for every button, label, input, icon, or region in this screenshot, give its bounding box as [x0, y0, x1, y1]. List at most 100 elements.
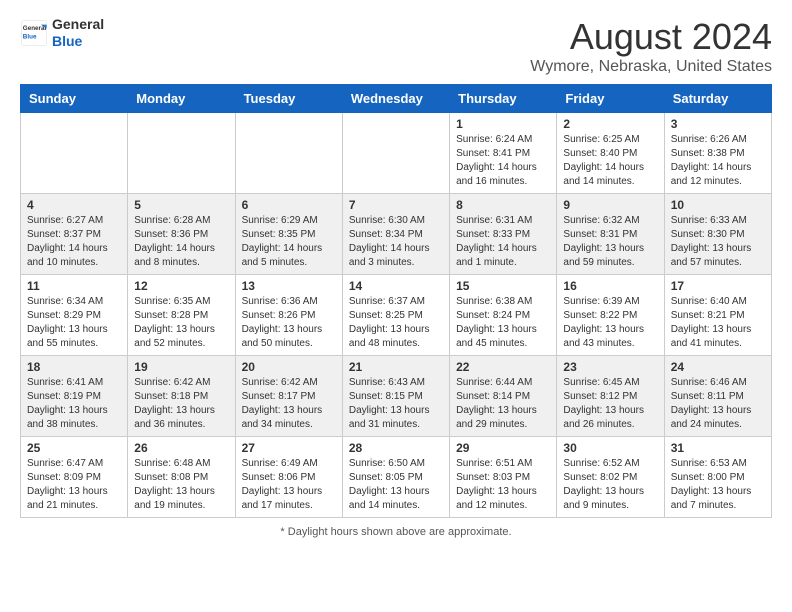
- day-number: 1: [456, 117, 550, 131]
- calendar-week-row: 1 Sunrise: 6:24 AM Sunset: 8:41 PM Daylig…: [21, 113, 772, 194]
- day-number: 7: [349, 198, 443, 212]
- calendar-day-header: Friday: [557, 85, 664, 113]
- calendar-week-row: 18Sunrise: 6:41 AM Sunset: 8:19 PM Dayli…: [21, 356, 772, 437]
- day-number: 24: [671, 360, 765, 374]
- day-info: Sunrise: 6:42 AM Sunset: 8:18 PM Dayligh…: [134, 376, 228, 432]
- calendar-cell: 1 Sunrise: 6:24 AM Sunset: 8:41 PM Daylig…: [450, 113, 557, 194]
- calendar-day-header: Saturday: [664, 85, 771, 113]
- day-info: Sunrise: 6:27 AM Sunset: 8:37 PM Dayligh…: [27, 214, 121, 270]
- day-info: Sunrise: 6:52 AM Sunset: 8:02 PM Dayligh…: [563, 457, 657, 513]
- day-info: Sunrise: 6:32 AM Sunset: 8:31 PM Dayligh…: [563, 214, 657, 270]
- day-number: 27: [242, 441, 336, 455]
- day-number: 19: [134, 360, 228, 374]
- calendar-cell: 18Sunrise: 6:41 AM Sunset: 8:19 PM Dayli…: [21, 356, 128, 437]
- day-number: 6: [242, 198, 336, 212]
- day-number: 22: [456, 360, 550, 374]
- day-info: Sunrise: 6:48 AM Sunset: 8:08 PM Dayligh…: [134, 457, 228, 513]
- day-number: 18: [27, 360, 121, 374]
- footer-note-text: Daylight hours: [288, 526, 358, 538]
- day-info: Sunrise: 6:42 AM Sunset: 8:17 PM Dayligh…: [242, 376, 336, 432]
- svg-text:Blue: Blue: [23, 33, 37, 40]
- day-number: 9: [563, 198, 657, 212]
- day-number: 29: [456, 441, 550, 455]
- logo-blue-text: Blue: [52, 33, 104, 50]
- calendar-cell: 16 Sunrise: 6:39 AM Sunset: 8:22 PM Dayli…: [557, 275, 664, 356]
- main-title: August 2024: [530, 16, 772, 58]
- calendar-day-header: Monday: [128, 85, 235, 113]
- calendar-week-row: 25Sunrise: 6:47 AM Sunset: 8:09 PM Dayli…: [21, 437, 772, 518]
- calendar-cell: 4 Sunrise: 6:27 AM Sunset: 8:37 PM Daylig…: [21, 194, 128, 275]
- day-info: Sunrise: 6:36 AM Sunset: 8:26 PM Dayligh…: [242, 295, 336, 351]
- calendar-cell: 21Sunrise: 6:43 AM Sunset: 8:15 PM Dayli…: [342, 356, 449, 437]
- day-number: 17: [671, 279, 765, 293]
- day-info: Sunrise: 6:53 AM Sunset: 8:00 PM Dayligh…: [671, 457, 765, 513]
- header: General Blue General Blue August 2024 Wy…: [20, 16, 772, 76]
- calendar-header-row: SundayMondayTuesdayWednesdayThursdayFrid…: [21, 85, 772, 113]
- calendar-cell: 3Sunrise: 6:26 AM Sunset: 8:38 PM Daylig…: [664, 113, 771, 194]
- title-area: August 2024 Wymore, Nebraska, United Sta…: [530, 16, 772, 76]
- day-info: Sunrise: 6:30 AM Sunset: 8:34 PM Dayligh…: [349, 214, 443, 270]
- calendar-cell: 24 Sunrise: 6:46 AM Sunset: 8:11 PM Dayli…: [664, 356, 771, 437]
- day-number: 31: [671, 441, 765, 455]
- day-info: Sunrise: 6:38 AM Sunset: 8:24 PM Dayligh…: [456, 295, 550, 351]
- calendar-cell: 17Sunrise: 6:40 AM Sunset: 8:21 PM Dayli…: [664, 275, 771, 356]
- day-number: 12: [134, 279, 228, 293]
- day-number: 26: [134, 441, 228, 455]
- day-info: Sunrise: 6:33 AM Sunset: 8:30 PM Dayligh…: [671, 214, 765, 270]
- footer-note: * Daylight hours shown above are approxi…: [20, 526, 772, 538]
- logo: General Blue General Blue: [20, 16, 104, 50]
- day-number: 2: [563, 117, 657, 131]
- calendar-cell: 22Sunrise: 6:44 AM Sunset: 8:14 PM Dayli…: [450, 356, 557, 437]
- svg-text:General: General: [23, 25, 47, 32]
- calendar-cell: 11 Sunrise: 6:34 AM Sunset: 8:29 PM Dayli…: [21, 275, 128, 356]
- day-info: Sunrise: 6:43 AM Sunset: 8:15 PM Dayligh…: [349, 376, 443, 432]
- calendar-week-row: 4 Sunrise: 6:27 AM Sunset: 8:37 PM Daylig…: [21, 194, 772, 275]
- calendar-cell: 23Sunrise: 6:45 AM Sunset: 8:12 PM Dayli…: [557, 356, 664, 437]
- day-info: Sunrise: 6:49 AM Sunset: 8:06 PM Dayligh…: [242, 457, 336, 513]
- day-number: 10: [671, 198, 765, 212]
- day-number: 14: [349, 279, 443, 293]
- day-info: Sunrise: 6:39 AM Sunset: 8:22 PM Dayligh…: [563, 295, 657, 351]
- calendar-cell: 10 Sunrise: 6:33 AM Sunset: 8:30 PM Dayli…: [664, 194, 771, 275]
- calendar-cell: 30Sunrise: 6:52 AM Sunset: 8:02 PM Dayli…: [557, 437, 664, 518]
- day-info: Sunrise: 6:46 AM Sunset: 8:11 PM Dayligh…: [671, 376, 765, 432]
- calendar-cell: 6 Sunrise: 6:29 AM Sunset: 8:35 PM Daylig…: [235, 194, 342, 275]
- calendar-table: SundayMondayTuesdayWednesdayThursdayFrid…: [20, 84, 772, 518]
- calendar-cell: 15Sunrise: 6:38 AM Sunset: 8:24 PM Dayli…: [450, 275, 557, 356]
- calendar-cell: [21, 113, 128, 194]
- day-info: Sunrise: 6:50 AM Sunset: 8:05 PM Dayligh…: [349, 457, 443, 513]
- calendar-cell: 19 Sunrise: 6:42 AM Sunset: 8:18 PM Dayli…: [128, 356, 235, 437]
- day-info: Sunrise: 6:25 AM Sunset: 8:40 PM Dayligh…: [563, 133, 657, 189]
- day-info: Sunrise: 6:35 AM Sunset: 8:28 PM Dayligh…: [134, 295, 228, 351]
- day-number: 3: [671, 117, 765, 131]
- calendar-day-header: Thursday: [450, 85, 557, 113]
- logo-icon: General Blue: [20, 19, 48, 47]
- calendar-day-header: Wednesday: [342, 85, 449, 113]
- day-info: Sunrise: 6:47 AM Sunset: 8:09 PM Dayligh…: [27, 457, 121, 513]
- calendar-day-header: Sunday: [21, 85, 128, 113]
- day-number: 11: [27, 279, 121, 293]
- calendar-cell: 31 Sunrise: 6:53 AM Sunset: 8:00 PM Dayli…: [664, 437, 771, 518]
- day-number: 8: [456, 198, 550, 212]
- calendar-week-row: 11 Sunrise: 6:34 AM Sunset: 8:29 PM Dayli…: [21, 275, 772, 356]
- day-number: 23: [563, 360, 657, 374]
- day-info: Sunrise: 6:24 AM Sunset: 8:41 PM Dayligh…: [456, 133, 550, 189]
- day-info: Sunrise: 6:29 AM Sunset: 8:35 PM Dayligh…: [242, 214, 336, 270]
- calendar-day-header: Tuesday: [235, 85, 342, 113]
- calendar-cell: 27 Sunrise: 6:49 AM Sunset: 8:06 PM Dayli…: [235, 437, 342, 518]
- day-info: Sunrise: 6:51 AM Sunset: 8:03 PM Dayligh…: [456, 457, 550, 513]
- calendar-cell: 25Sunrise: 6:47 AM Sunset: 8:09 PM Dayli…: [21, 437, 128, 518]
- calendar-cell: 5Sunrise: 6:28 AM Sunset: 8:36 PM Daylig…: [128, 194, 235, 275]
- day-number: 16: [563, 279, 657, 293]
- calendar-cell: 20Sunrise: 6:42 AM Sunset: 8:17 PM Dayli…: [235, 356, 342, 437]
- calendar-cell: 29 Sunrise: 6:51 AM Sunset: 8:03 PM Dayli…: [450, 437, 557, 518]
- calendar-cell: 28 Sunrise: 6:50 AM Sunset: 8:05 PM Dayli…: [342, 437, 449, 518]
- day-info: Sunrise: 6:37 AM Sunset: 8:25 PM Dayligh…: [349, 295, 443, 351]
- day-number: 4: [27, 198, 121, 212]
- day-info: Sunrise: 6:34 AM Sunset: 8:29 PM Dayligh…: [27, 295, 121, 351]
- calendar-cell: 13 Sunrise: 6:36 AM Sunset: 8:26 PM Dayli…: [235, 275, 342, 356]
- logo-general-text: General: [52, 16, 104, 33]
- day-number: 28: [349, 441, 443, 455]
- day-number: 13: [242, 279, 336, 293]
- calendar-cell: 26 Sunrise: 6:48 AM Sunset: 8:08 PM Dayli…: [128, 437, 235, 518]
